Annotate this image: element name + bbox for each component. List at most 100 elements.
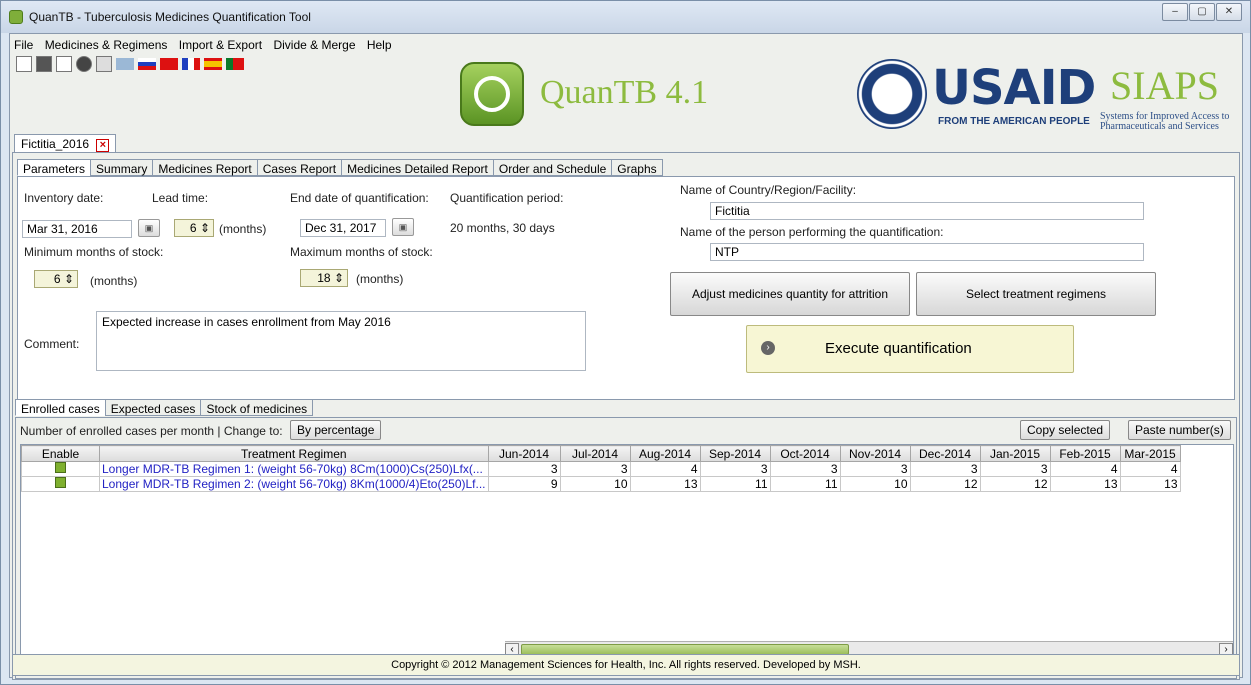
col-month[interactable]: Jun-2014 — [487, 445, 561, 462]
col-regimen[interactable]: Treatment Regimen — [99, 445, 489, 462]
max-stock-spinner[interactable]: 18 ⇕ — [300, 269, 348, 287]
checkbox-checked-icon[interactable] — [55, 477, 66, 488]
menu-medicines-regimens[interactable]: Medicines & Regimens — [41, 34, 172, 52]
close-tab-icon[interactable]: × — [96, 139, 110, 152]
execute-label: Execute quantification — [825, 340, 972, 357]
comment-textarea[interactable]: Expected increase in cases enrollment fr… — [96, 311, 586, 371]
min-stock-unit: (months) — [90, 274, 138, 288]
copy-selected-button[interactable]: Copy selected — [1020, 420, 1111, 440]
min-stock-spinner[interactable]: 6 ⇕ — [34, 270, 78, 288]
flag-cn-icon[interactable] — [160, 58, 178, 70]
document-tab[interactable]: Fictitia_2016 × — [14, 134, 117, 153]
flag-en-icon[interactable] — [116, 58, 134, 70]
execute-quantification-button[interactable]: › Execute quantification — [746, 325, 1074, 373]
usaid-logo: USAID — [932, 60, 1096, 116]
flag-pt-icon[interactable] — [226, 58, 244, 70]
tab-graphs[interactable]: Graphs — [611, 159, 663, 176]
flag-ru-icon[interactable] — [138, 58, 156, 70]
col-month[interactable]: Aug-2014 — [629, 445, 701, 462]
person-field[interactable]: NTP — [710, 243, 1144, 261]
flag-fr-icon[interactable] — [182, 58, 200, 70]
cases-cell[interactable]: 10 — [559, 476, 631, 492]
inventory-date-field[interactable]: Mar 31, 2016 — [22, 220, 132, 238]
by-percentage-button[interactable]: By percentage — [290, 420, 382, 440]
tab-medicines-detailed-report[interactable]: Medicines Detailed Report — [341, 159, 494, 176]
cases-cell[interactable]: 3 — [699, 461, 771, 477]
cases-cell[interactable]: 3 — [769, 461, 841, 477]
cases-cell[interactable]: 3 — [909, 461, 981, 477]
tab-summary[interactable]: Summary — [90, 159, 154, 176]
cases-cell[interactable]: 3 — [487, 461, 561, 477]
cases-cell[interactable]: 9 — [487, 476, 561, 492]
cases-cell[interactable]: 11 — [699, 476, 771, 492]
app-icon — [9, 10, 23, 24]
calendar-icon[interactable]: ▣ — [392, 218, 414, 236]
col-month[interactable]: Sep-2014 — [699, 445, 771, 462]
new-file-icon[interactable] — [16, 56, 32, 72]
window-title: QuanTB - Tuberculosis Medicines Quantifi… — [29, 10, 311, 24]
adjust-attrition-button[interactable]: Adjust medicines quantity for attrition — [670, 272, 910, 316]
cases-cell[interactable]: 10 — [839, 476, 911, 492]
cases-cell[interactable]: 4 — [1119, 461, 1181, 477]
tab-cases-report[interactable]: Cases Report — [256, 159, 343, 176]
max-stock-value: 18 — [317, 271, 331, 285]
country-field[interactable]: Fictitia — [710, 202, 1144, 220]
min-stock-value: 6 — [53, 272, 61, 286]
menu-import-export[interactable]: Import & Export — [175, 34, 266, 52]
paste-numbers-button[interactable]: Paste number(s) — [1128, 420, 1231, 440]
menu-file[interactable]: File — [10, 34, 37, 52]
app-name: QuanTB 4.1 — [540, 74, 709, 111]
col-month[interactable]: Nov-2014 — [839, 445, 911, 462]
col-month[interactable]: Jul-2014 — [559, 445, 631, 462]
regimen-cell[interactable]: Longer MDR-TB Regimen 2: (weight 56-70kg… — [99, 476, 489, 492]
lead-time-spinner[interactable]: 6 ⇕ — [174, 219, 214, 237]
regimen-cell[interactable]: Longer MDR-TB Regimen 1: (weight 56-70kg… — [99, 461, 489, 477]
checkbox-checked-icon[interactable] — [55, 462, 66, 473]
maximize-button[interactable]: ▢ — [1189, 3, 1215, 21]
save-icon[interactable] — [56, 56, 72, 72]
col-enable[interactable]: Enable — [21, 445, 100, 462]
cases-cell[interactable]: 4 — [629, 461, 701, 477]
select-regimens-button[interactable]: Select treatment regimens — [916, 272, 1156, 316]
cases-cell[interactable]: 3 — [559, 461, 631, 477]
period-label: Quantification period: — [450, 191, 564, 205]
max-stock-unit: (months) — [356, 272, 404, 286]
menu-divide-merge[interactable]: Divide & Merge — [269, 34, 359, 52]
col-month[interactable]: Oct-2014 — [769, 445, 841, 462]
cases-cell[interactable]: 12 — [979, 476, 1051, 492]
calendar-icon[interactable]: ▣ — [138, 219, 160, 237]
col-month[interactable]: Feb-2015 — [1049, 445, 1121, 462]
cases-cell[interactable]: 3 — [839, 461, 911, 477]
tab-expected-cases[interactable]: Expected cases — [104, 399, 202, 416]
open-folder-icon[interactable] — [36, 56, 52, 72]
cases-cell[interactable]: 3 — [979, 461, 1051, 477]
cases-cell[interactable]: 12 — [909, 476, 981, 492]
tab-stock-of-medicines[interactable]: Stock of medicines — [200, 399, 314, 416]
end-date-field[interactable]: Dec 31, 2017 — [300, 219, 386, 237]
cases-cell[interactable]: 13 — [629, 476, 701, 492]
close-button[interactable]: ✕ — [1216, 3, 1242, 21]
tab-enrolled-cases[interactable]: Enrolled cases — [15, 399, 106, 416]
arrow-icon[interactable] — [76, 56, 92, 72]
flag-es-icon[interactable] — [204, 58, 222, 70]
menu-help[interactable]: Help — [363, 34, 396, 52]
cases-cell[interactable]: 4 — [1049, 461, 1121, 477]
col-month[interactable]: Mar-2015 — [1119, 445, 1181, 462]
table-row[interactable]: Longer MDR-TB Regimen 1: (weight 56-70kg… — [21, 461, 1181, 477]
enable-checkbox[interactable] — [21, 476, 100, 492]
col-month[interactable]: Jan-2015 — [979, 445, 1051, 462]
tab-medicines-report[interactable]: Medicines Report — [152, 159, 258, 176]
table-header-row: Enable Treatment Regimen Jun-2014 Jul-20… — [21, 445, 1181, 462]
tab-parameters[interactable]: Parameters — [17, 159, 92, 176]
table-row[interactable]: Longer MDR-TB Regimen 2: (weight 56-70kg… — [21, 476, 1181, 492]
minimize-button[interactable]: – — [1162, 3, 1188, 21]
tab-order-schedule[interactable]: Order and Schedule — [492, 159, 613, 176]
end-date-label: End date of quantification: — [290, 191, 429, 205]
cases-cell[interactable]: 13 — [1119, 476, 1181, 492]
cases-cell[interactable]: 11 — [769, 476, 841, 492]
enable-checkbox[interactable] — [21, 461, 100, 477]
col-month[interactable]: Dec-2014 — [909, 445, 981, 462]
print-icon[interactable] — [96, 56, 112, 72]
cases-cell[interactable]: 13 — [1049, 476, 1121, 492]
min-stock-label: Minimum months of stock: — [24, 245, 164, 259]
